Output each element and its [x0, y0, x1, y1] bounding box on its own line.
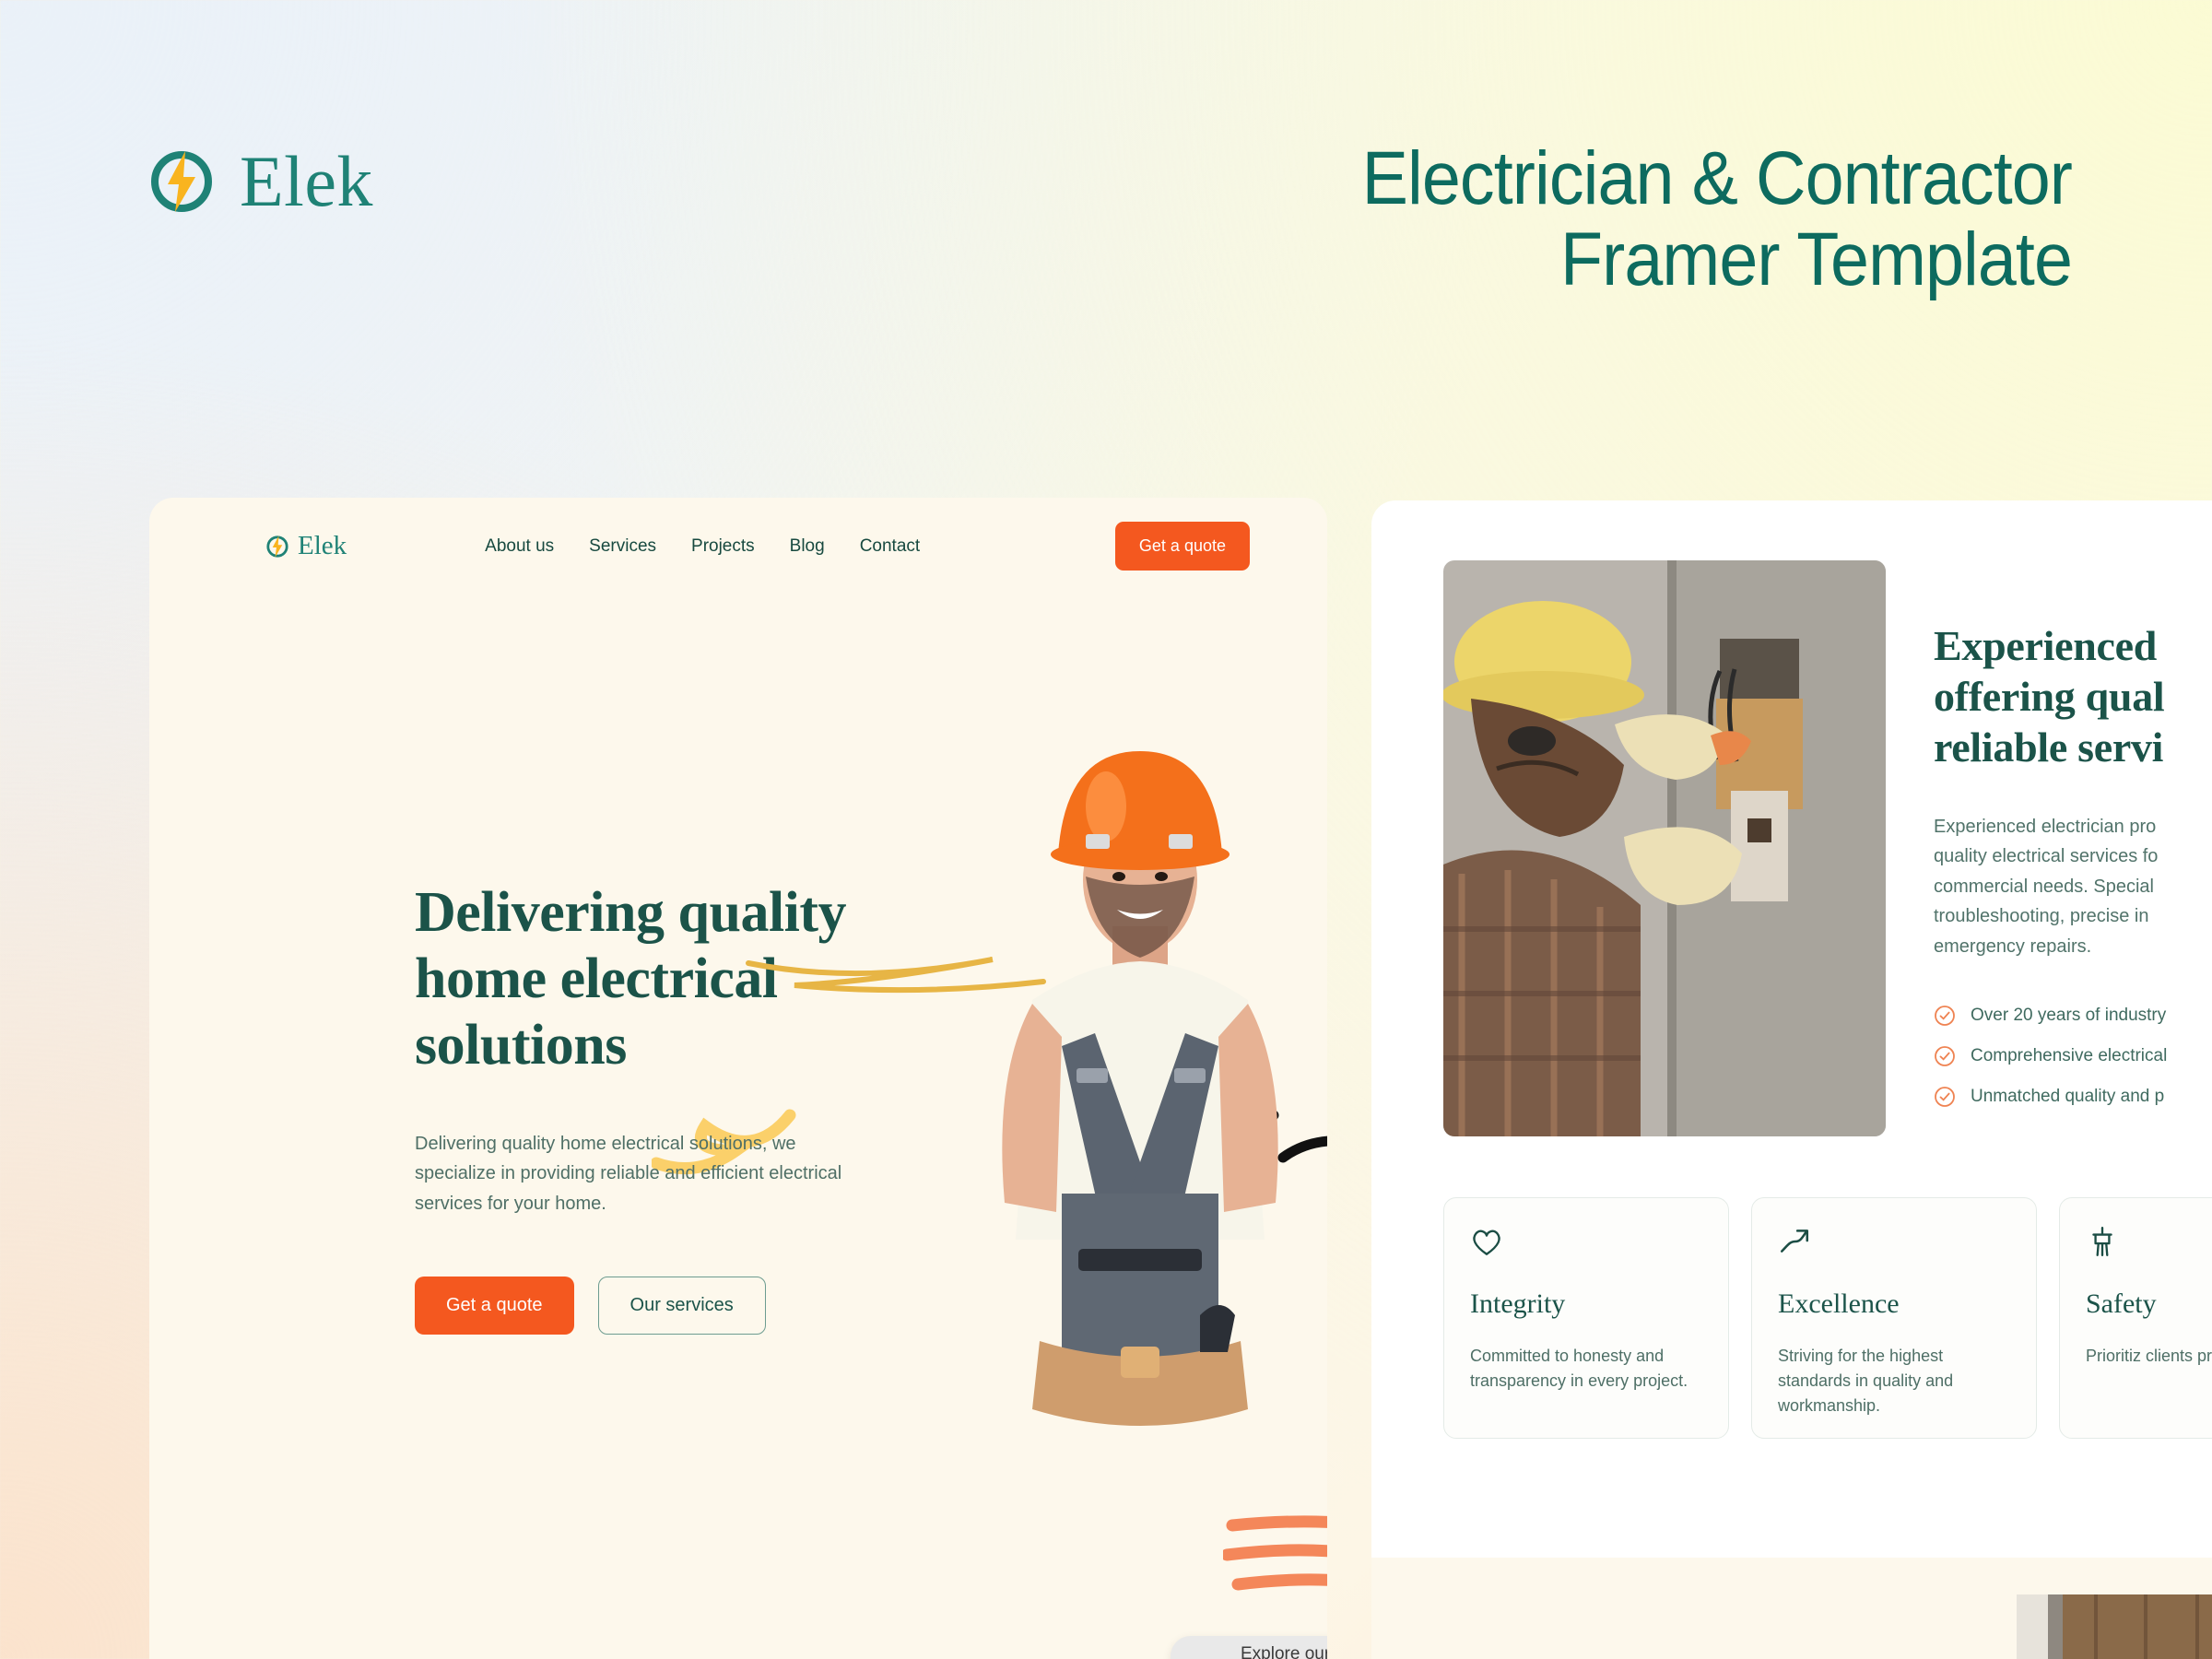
about-paragraph-line2: quality electrical services fo [1934, 846, 2159, 867]
nav-link-contact[interactable]: Contact [860, 536, 920, 557]
hero-section: Delivering quality home electrical solut… [149, 594, 1327, 1591]
about-title-line1: Experienced [1934, 622, 2157, 669]
checklist-item: Over 20 years of industry [1934, 1005, 2212, 1027]
about-title-line3: reliable servi [1934, 724, 2164, 771]
checklist-item-label: Unmatched quality and p [1971, 1086, 2165, 1106]
nav-link-projects[interactable]: Projects [691, 536, 755, 557]
control-tower-icon [2086, 1226, 2212, 1266]
bolt-circle-icon [147, 147, 216, 216]
nav-get-a-quote-button[interactable]: Get a quote [1114, 522, 1250, 571]
hero-our-services-button[interactable]: Our services [597, 1277, 766, 1335]
page-header: Elek Electrician & Contractor Framer Tem… [0, 0, 2212, 498]
value-card-title: Excellence [1778, 1288, 1900, 1319]
site-logo-text: Elek [298, 531, 347, 560]
page-title-line2: Framer Template [1560, 217, 2073, 301]
brand-name: Elek [240, 141, 373, 221]
value-card-integrity: Integrity Committed to honesty and trans… [1443, 1197, 1729, 1439]
checklist-item: Unmatched quality and p [1934, 1086, 2212, 1108]
value-card-desc: Striving for the highest standards in qu… [1778, 1347, 1954, 1415]
hero-title-line2: home electrical [415, 947, 778, 1010]
about-title: Experienced offering qual reliable servi [1934, 620, 2212, 773]
about-title-line2: offering qual [1934, 673, 2165, 721]
electrician-working-photo [1443, 560, 1886, 1136]
tooltip-text: Explore our collection of premium Framer… [1241, 1644, 1327, 1659]
hero-title: Delivering quality home electrical solut… [415, 880, 912, 1079]
about-paragraph-line5: emergency repairs. [1934, 935, 2092, 957]
hero-electrician-photo [924, 696, 1327, 1433]
framer-templates-tooltip[interactable]: Explore our collection of premium Framer… [1171, 1636, 1327, 1659]
about-paragraph-line3: commercial needs. Special [1934, 876, 2154, 897]
site-logo[interactable]: Elek [265, 531, 347, 561]
value-card-safety: Safety Prioritiz clients protoco [2059, 1197, 2212, 1439]
about-cream-section [1371, 1558, 2212, 1659]
interior-photo [2017, 1594, 2212, 1659]
about-paragraph: Experienced electrician pro quality elec… [1934, 812, 2212, 962]
hero-title-line3: solutions [415, 1013, 627, 1077]
value-card-title: Integrity [1470, 1288, 1566, 1319]
page-title-line1: Electrician & Contractor [1361, 136, 2073, 220]
value-cards: Integrity Committed to honesty and trans… [1443, 1197, 2212, 1439]
check-circle-icon [1934, 1045, 1956, 1067]
about-copy: Experienced offering qual reliable servi… [1934, 620, 2212, 1108]
hero-preview-card: Elek About us Services Projects Blog Con… [149, 498, 1327, 1659]
checklist-item-label: Over 20 years of industry [1971, 1005, 2167, 1025]
trending-up-icon [1778, 1226, 2010, 1266]
brand-lockup: Elek [147, 146, 373, 218]
hero-get-a-quote-button[interactable]: Get a quote [415, 1277, 574, 1335]
value-card-desc: Committed to honesty and transparency in… [1470, 1347, 1688, 1390]
nav-link-blog[interactable]: Blog [790, 536, 825, 557]
nav-links: About us Services Projects Blog Contact [485, 536, 920, 557]
about-checklist: Over 20 years of industry Comprehensive … [1934, 1005, 2212, 1108]
orange-squiggle-icon [1220, 1507, 1327, 1608]
bolt-circle-icon [265, 535, 289, 559]
value-card-desc: Prioritiz clients protoco [2086, 1347, 2212, 1365]
about-paragraph-line1: Experienced electrician pro [1934, 816, 2157, 837]
value-card-excellence: Excellence Striving for the highest stan… [1751, 1197, 2037, 1439]
hero-subtitle: Delivering quality home electrical solut… [415, 1134, 842, 1214]
about-paragraph-line4: troubleshooting, precise in [1934, 906, 2149, 927]
page-title: Electrician & Contractor Framer Template [1004, 136, 2073, 301]
nav-link-services[interactable]: Services [589, 536, 656, 557]
hero-title-line1: Delivering quality [415, 881, 847, 944]
checklist-item-label: Comprehensive electrical [1971, 1045, 2168, 1065]
nav-link-about-us[interactable]: About us [485, 536, 554, 557]
check-circle-icon [1934, 1005, 1956, 1027]
value-card-title: Safety [2086, 1288, 2157, 1319]
check-circle-icon [1934, 1086, 1956, 1108]
site-navbar: Elek About us Services Projects Blog Con… [149, 498, 1327, 594]
heart-icon [1470, 1226, 1702, 1266]
checklist-item: Comprehensive electrical [1934, 1045, 2212, 1067]
hero-buttons: Get a quote Our services [415, 1277, 766, 1335]
about-preview-card: Experienced offering qual reliable servi… [1371, 500, 2212, 1659]
